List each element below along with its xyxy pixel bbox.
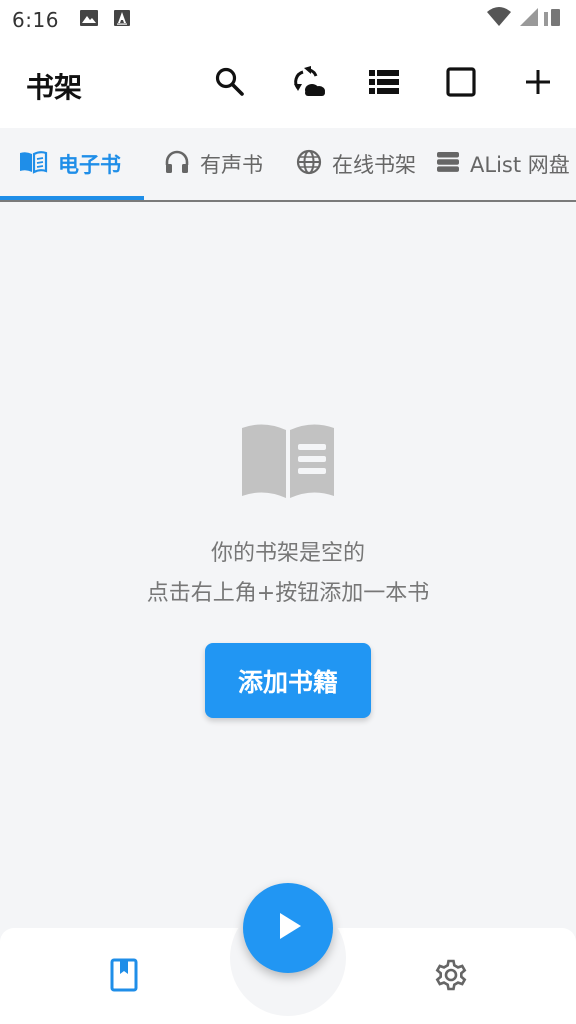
add-button[interactable] — [514, 60, 562, 108]
globe-icon — [296, 149, 322, 180]
add-book-button[interactable]: 添加书籍 — [205, 643, 371, 718]
tab-alist[interactable]: AList 网盘 — [436, 128, 570, 200]
active-tab-indicator — [0, 196, 144, 200]
play-fab-button[interactable] — [243, 883, 333, 973]
app-bar: 书架 — [0, 40, 576, 128]
search-icon — [214, 66, 246, 102]
empty-message-line1: 你的书架是空的 — [210, 541, 365, 566]
tab-label: 电子书 — [58, 153, 121, 177]
select-square-icon — [445, 66, 477, 102]
list-view-icon — [368, 69, 400, 99]
book-open-icon — [18, 150, 48, 179]
wifi-icon — [486, 6, 512, 32]
list-view-button[interactable] — [360, 60, 408, 108]
bookshelf-icon — [109, 958, 139, 996]
tab-bar: 电子书 有声书 在线书架 AList 网盘 — [0, 128, 576, 202]
tab-ebooks[interactable]: 电子书 — [18, 128, 121, 200]
signal-icon — [518, 6, 562, 32]
status-bar: 6:16 — [0, 0, 576, 40]
add-icon — [524, 68, 552, 100]
status-time: 6:16 — [12, 8, 59, 32]
tab-label: 在线书架 — [332, 153, 416, 177]
open-book-icon — [240, 420, 336, 504]
select-mode-button[interactable] — [437, 60, 485, 108]
settings-icon — [434, 958, 468, 996]
image-icon — [79, 9, 99, 31]
tab-label: 有声书 — [200, 153, 263, 177]
page-title: 书架 — [26, 71, 83, 104]
empty-message-line2: 点击右上角+按钮添加一本书 — [146, 581, 430, 606]
text-a-icon — [113, 9, 131, 31]
server-icon — [436, 151, 460, 178]
search-button[interactable] — [206, 60, 254, 108]
empty-state: 你的书架是空的 点击右上角+按钮添加一本书 — [0, 420, 576, 614]
sync-cloud-icon — [292, 66, 328, 102]
tab-audiobooks[interactable]: 有声书 — [164, 128, 263, 200]
tab-online-shelf[interactable]: 在线书架 — [296, 128, 416, 200]
headphones-icon — [164, 150, 190, 179]
play-icon — [271, 909, 305, 947]
nav-settings[interactable] — [429, 955, 473, 999]
sync-button[interactable] — [286, 60, 334, 108]
tab-label: AList 网盘 — [470, 153, 570, 177]
nav-bookshelf[interactable] — [102, 955, 146, 999]
